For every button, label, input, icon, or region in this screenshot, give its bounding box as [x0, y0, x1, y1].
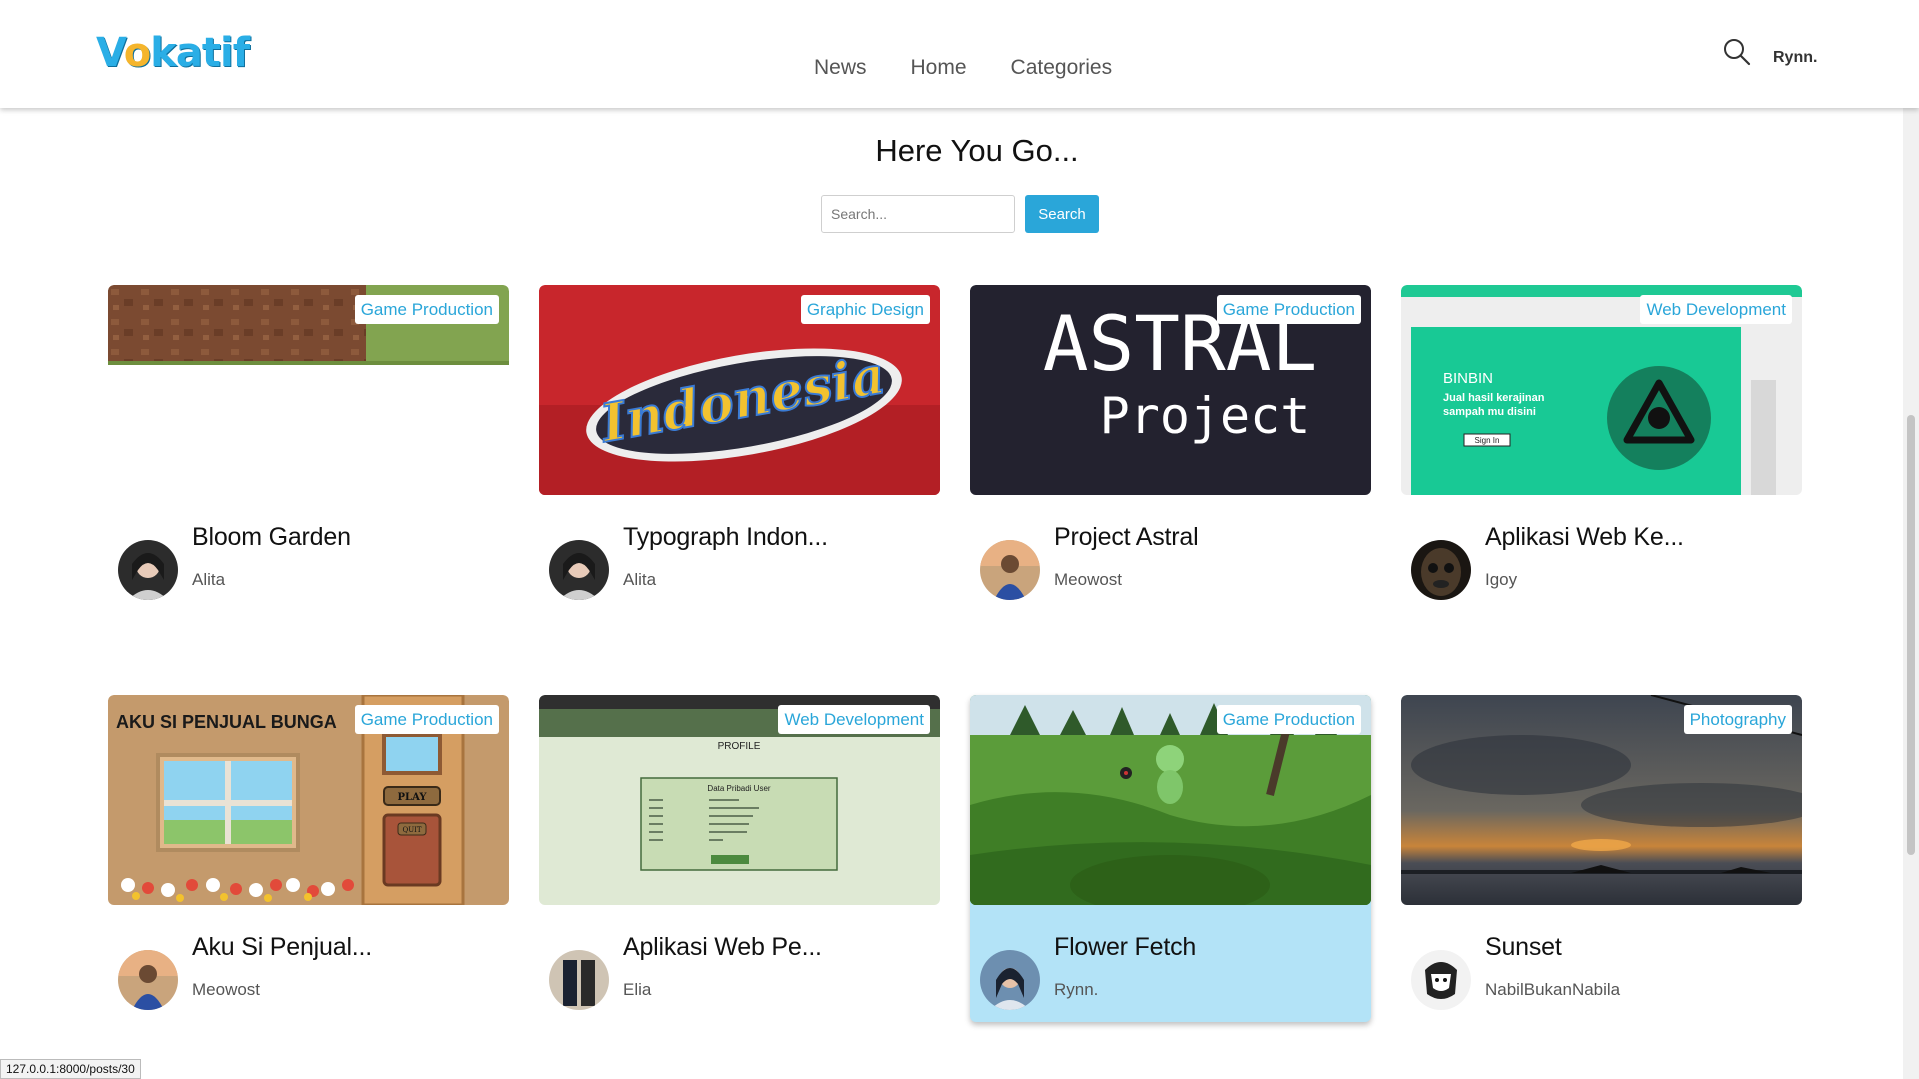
post-card-sunset[interactable]: Photography Sunset NabilBukanNabila: [1401, 695, 1802, 1022]
avatar: [549, 950, 609, 1010]
scrollbar-thumb[interactable]: [1907, 415, 1915, 855]
post-card-aplikasi-web-pe[interactable]: PROFILE Data Pribadi User Web Developmen…: [539, 695, 940, 1022]
post-thumbnail: Game Production: [970, 695, 1371, 905]
scrollbar[interactable]: [1903, 108, 1919, 1079]
post-author[interactable]: Igoy: [1485, 570, 1517, 590]
search-button[interactable]: Search: [1025, 195, 1099, 233]
post-thumbnail: ASTRAL Project Game Production: [970, 285, 1371, 495]
avatar: [118, 540, 178, 600]
post-card-flower-fetch[interactable]: Game Production Flower Fetch Rynn.: [970, 695, 1371, 1022]
category-badge[interactable]: Game Production: [354, 295, 499, 324]
binbin-signin: Sign In: [1475, 436, 1500, 445]
category-badge[interactable]: Game Production: [354, 705, 499, 734]
search-form: Search: [821, 195, 1099, 233]
nav-links: News Home Categories: [814, 56, 1112, 80]
nav-link-news[interactable]: News: [814, 56, 867, 80]
post-card-typograph[interactable]: Indonesia Graphic Design Typograph Indon…: [539, 285, 940, 612]
search-icon[interactable]: [1722, 37, 1752, 67]
post-card-bloom-garden[interactable]: Game Production Bloom Garden Alita: [108, 285, 509, 612]
navbar: Vokatif News Home Categories Rynn.: [0, 0, 1919, 108]
status-url: 127.0.0.1:8000/posts/30: [0, 1059, 141, 1079]
post-thumbnail: BINBIN Jual hasil kerajinan sampah mu di…: [1401, 285, 1802, 495]
post-author[interactable]: Elia: [623, 980, 651, 1000]
category-badge[interactable]: Web Development: [778, 705, 930, 734]
post-thumbnail: PROFILE Data Pribadi User Web Developmen…: [539, 695, 940, 905]
post-card-aku-si-penjual[interactable]: AKU SI PENJUAL BUNGA PLAY QUIT Game Prod…: [108, 695, 509, 1022]
avatar: [980, 540, 1040, 600]
avatar: [980, 950, 1040, 1010]
post-thumbnail: Game Production: [108, 285, 509, 495]
category-badge[interactable]: Photography: [1683, 705, 1792, 734]
post-thumbnail: Photography: [1401, 695, 1802, 905]
page-title: Here You Go...: [875, 133, 1079, 168]
astral-subtitle: Project: [1100, 387, 1311, 445]
post-thumbnail: Indonesia Graphic Design: [539, 285, 940, 495]
post-title[interactable]: Aku Si Penjual...: [192, 933, 372, 962]
post-card-project-astral[interactable]: ASTRAL Project Game Production Project A…: [970, 285, 1371, 612]
post-author[interactable]: Rynn.: [1054, 980, 1098, 1000]
post-author[interactable]: Meowost: [192, 980, 260, 1000]
category-badge[interactable]: Graphic Design: [800, 295, 930, 324]
post-title[interactable]: Sunset: [1485, 933, 1562, 962]
penjual-play: PLAY: [398, 792, 428, 803]
post-title[interactable]: Flower Fetch: [1054, 933, 1196, 962]
nav-link-categories[interactable]: Categories: [1011, 56, 1113, 80]
profile-heading: PROFILE: [718, 741, 761, 752]
category-badge[interactable]: Web Development: [1640, 295, 1792, 324]
avatar: [118, 950, 178, 1010]
profile-box-title: Data Pribadi User: [707, 784, 770, 793]
post-title[interactable]: Aplikasi Web Pe...: [623, 933, 822, 962]
post-card-aplikasi-web-ke[interactable]: BINBIN Jual hasil kerajinan sampah mu di…: [1401, 285, 1802, 612]
avatar: [1411, 540, 1471, 600]
binbin-tagline-1: Jual hasil kerajinan: [1443, 392, 1545, 404]
binbin-tagline-2: sampah mu disini: [1443, 406, 1536, 418]
post-author[interactable]: Meowost: [1054, 570, 1122, 590]
binbin-brand: BINBIN: [1443, 370, 1493, 387]
logo[interactable]: Vokatif: [96, 30, 250, 76]
penjual-title: AKU SI PENJUAL BUNGA: [116, 712, 337, 732]
post-thumbnail: AKU SI PENJUAL BUNGA PLAY QUIT Game Prod…: [108, 695, 509, 905]
avatar: [1411, 950, 1471, 1010]
post-title[interactable]: Typograph Indon...: [623, 523, 828, 552]
category-badge[interactable]: Game Production: [1216, 295, 1361, 324]
post-title[interactable]: Project Astral: [1054, 523, 1199, 552]
search-input[interactable]: [821, 195, 1015, 233]
post-title[interactable]: Bloom Garden: [192, 523, 351, 552]
user-menu[interactable]: Rynn.: [1773, 49, 1817, 67]
post-author[interactable]: Alita: [623, 570, 656, 590]
avatar: [549, 540, 609, 600]
post-title[interactable]: Aplikasi Web Ke...: [1485, 523, 1684, 552]
post-author[interactable]: NabilBukanNabila: [1485, 980, 1620, 1000]
category-badge[interactable]: Game Production: [1216, 705, 1361, 734]
nav-link-home[interactable]: Home: [911, 56, 967, 80]
post-author[interactable]: Alita: [192, 570, 225, 590]
penjual-quit: QUIT: [402, 826, 421, 834]
